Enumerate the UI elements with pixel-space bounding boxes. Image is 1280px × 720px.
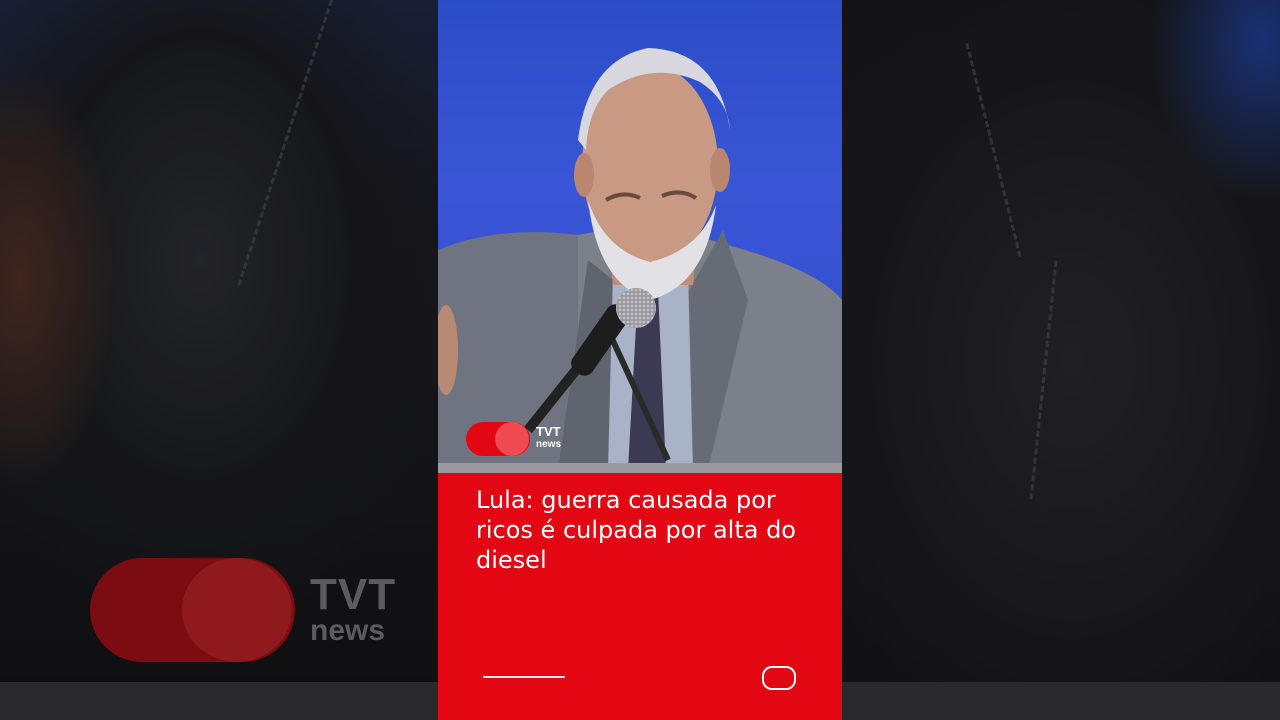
tvt-news-logo: TVT news bbox=[466, 422, 576, 456]
logo-dot bbox=[495, 422, 529, 456]
background-dim bbox=[842, 0, 1280, 720]
video-scene[interactable]: TVT news bbox=[438, 0, 842, 463]
video-progress-bar[interactable] bbox=[483, 676, 565, 678]
blurred-background-right bbox=[842, 0, 1280, 720]
background-bottom-band bbox=[842, 682, 1280, 720]
logo-text-tvt: TVT bbox=[310, 570, 397, 619]
blurred-background-left: TVT news bbox=[0, 0, 438, 720]
video-headline: Lula: guerra causada por ricos é culpada… bbox=[476, 486, 796, 574]
short-video-frame[interactable]: TVT news Lula: guerra causada por ricos … bbox=[438, 0, 842, 720]
logo-text-news: news bbox=[310, 614, 386, 647]
caption-divider bbox=[438, 463, 842, 473]
background-bottom-band bbox=[0, 682, 438, 720]
logo-text-news: news bbox=[536, 439, 562, 450]
background-brand-logo: TVT news bbox=[90, 558, 420, 668]
logo-dot bbox=[182, 558, 292, 662]
caption-toggle-button[interactable] bbox=[762, 666, 796, 690]
logo-text-tvt: TVT bbox=[536, 424, 561, 439]
speaker-illustration bbox=[438, 48, 842, 463]
